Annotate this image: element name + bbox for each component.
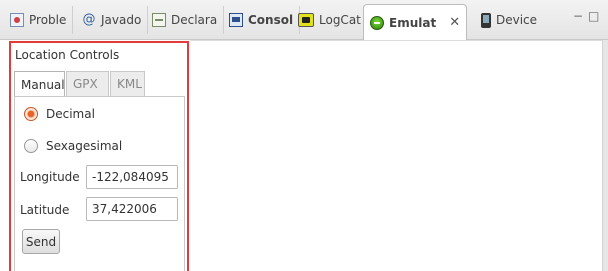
tab-javadoc-label: Javado <box>101 13 142 27</box>
console-icon <box>229 13 243 27</box>
javadoc-icon: @ <box>82 12 96 27</box>
highlight-box <box>9 41 189 271</box>
tab-problems-label: Proble <box>29 13 67 27</box>
tab-emulator-label: Emulat <box>389 15 437 30</box>
tab-console-label: Consol <box>248 13 294 27</box>
tab-declaration-label: Declara <box>171 13 218 27</box>
tab-logcat[interactable]: LogCat <box>292 6 368 34</box>
tab-logcat-label: LogCat <box>319 13 361 27</box>
tab-emulator-control[interactable]: Emulat ✕ <box>363 4 468 40</box>
tab-devices[interactable]: Device <box>475 6 543 34</box>
view-tab-bar: Proble @ Javado Declara Consol LogCat Em… <box>0 0 608 40</box>
problems-icon <box>10 13 24 27</box>
minimize-icon[interactable]: − <box>573 9 583 23</box>
tab-declaration[interactable]: Declara <box>146 6 225 34</box>
emulator-icon <box>370 15 384 30</box>
tab-javadoc[interactable]: @ Javado <box>76 6 149 34</box>
tab-devices-label: Device <box>496 13 538 27</box>
tab-problems[interactable]: Proble <box>4 6 74 34</box>
maximize-icon[interactable]: □ <box>588 9 599 23</box>
close-tab-icon[interactable]: ✕ <box>449 15 460 30</box>
tab-console[interactable]: Consol <box>223 6 301 34</box>
device-icon <box>481 12 491 28</box>
panel-divider <box>190 40 602 41</box>
declaration-icon <box>152 13 166 27</box>
logcat-icon <box>298 13 314 27</box>
vertical-scrollbar[interactable] <box>602 40 608 271</box>
